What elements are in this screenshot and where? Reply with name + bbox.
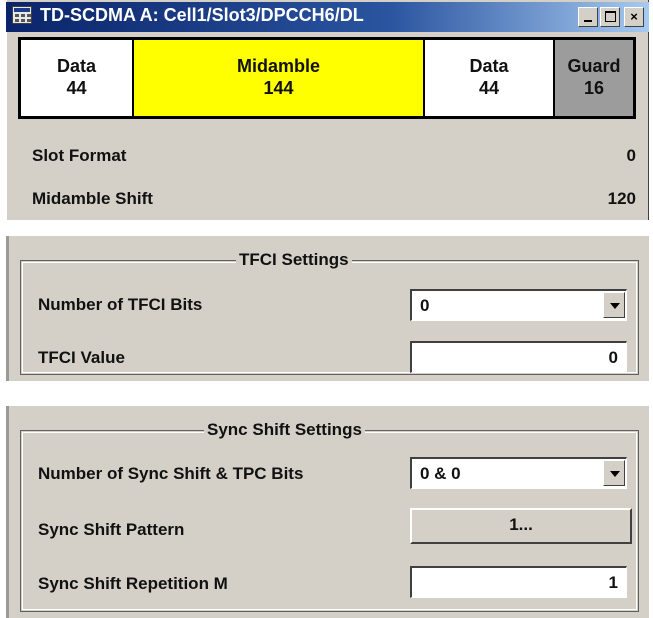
sync-shift-bits-selected: 0 & 0 — [420, 464, 461, 483]
segment-name: Guard — [567, 56, 621, 76]
slot-segment-data-2: Data 44 — [425, 40, 553, 116]
sync-shift-repetition-input[interactable]: 1 — [410, 566, 627, 598]
tfci-bits-label: Number of TFCI Bits — [38, 295, 203, 314]
chevron-down-icon[interactable] — [603, 292, 625, 318]
midamble-shift-value: 120 — [607, 189, 636, 208]
segment-name: Data — [469, 56, 509, 76]
minimize-icon — [584, 20, 592, 22]
sync-shift-pattern-label: Sync Shift Pattern — [38, 520, 185, 539]
segment-name: Midamble — [236, 56, 320, 76]
tfci-bits-select[interactable]: 0 — [410, 289, 627, 321]
slot-format-label: Slot Format — [32, 146, 127, 165]
midamble-shift-label: Midamble Shift — [32, 189, 153, 208]
segment-value: 44 — [66, 78, 87, 98]
tfci-value-label: TFCI Value — [38, 348, 125, 367]
sync-shift-group-title: Sync Shift Settings — [204, 420, 365, 440]
app-icon[interactable] — [12, 6, 32, 24]
window-title: TD-SCDMA A: Cell1/Slot3/DPCCH6/DL — [40, 5, 364, 25]
slot-segment-data-1: Data 44 — [21, 40, 132, 116]
slot-segment-midamble: Midamble 144 — [134, 40, 423, 116]
segment-value: 16 — [583, 78, 605, 98]
slot-format-value: 0 — [626, 146, 636, 165]
close-button[interactable]: × — [624, 7, 644, 27]
chevron-down-icon[interactable] — [603, 460, 625, 486]
tfci-group-title: TFCI Settings — [236, 250, 352, 270]
slot-segment-guard: Guard 16 — [555, 40, 633, 116]
sync-shift-pattern-button[interactable]: 1... — [410, 508, 632, 544]
sync-shift-repetition-label: Sync Shift Repetition M — [38, 574, 228, 593]
sync-shift-bits-label: Number of Sync Shift & TPC Bits — [38, 464, 304, 483]
minimize-button[interactable] — [578, 7, 598, 27]
tfci-value-text: 0 — [608, 348, 618, 367]
maximize-icon — [605, 11, 616, 22]
tfci-value-input[interactable]: 0 — [410, 341, 627, 373]
sync-shift-repetition-text: 1 — [608, 573, 618, 592]
maximize-button[interactable] — [600, 7, 620, 27]
segment-value: 144 — [263, 78, 294, 98]
tfci-bits-selected: 0 — [420, 296, 430, 315]
sync-shift-bits-select[interactable]: 0 & 0 — [410, 457, 627, 489]
close-icon: × — [630, 9, 638, 24]
segment-name: Data — [56, 56, 96, 76]
slot-structure: Data 44 Midamble 144 Data 44 Guard 16 — [18, 37, 636, 119]
segment-value: 44 — [478, 78, 500, 98]
